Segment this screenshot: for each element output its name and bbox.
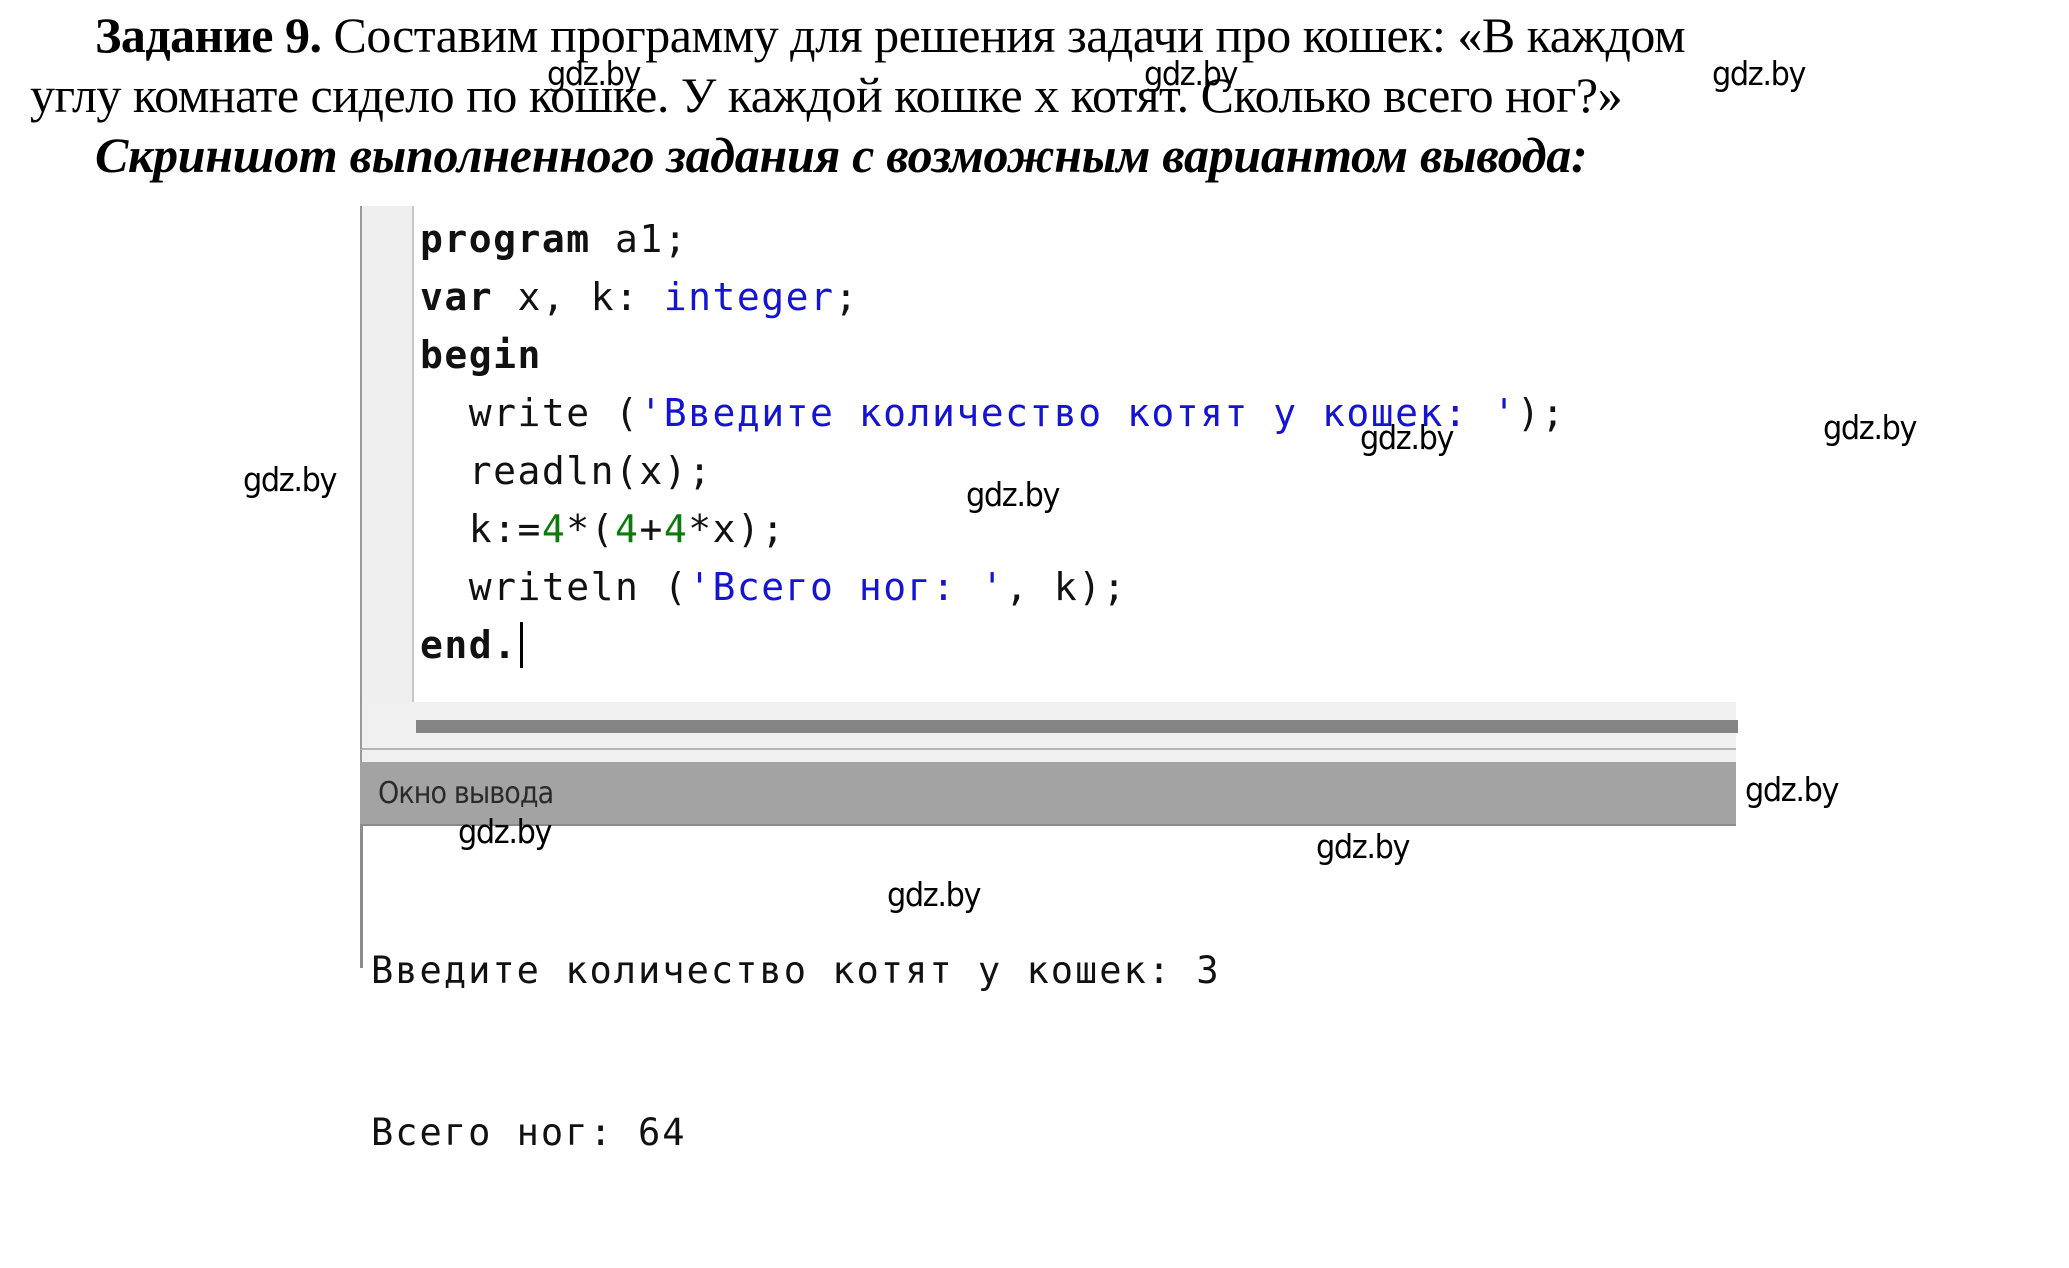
code-token: a1; [590, 217, 689, 261]
code-line[interactable]: var x, k: integer; [420, 268, 1566, 326]
output-text: Введите количество котят у кошек: 3 Всег… [371, 836, 1221, 1268]
code-line[interactable]: writeln ('Всего ног: ', k); [420, 558, 1566, 616]
watermark: gdz.by [1745, 770, 1839, 809]
code-token: *x); [688, 507, 786, 551]
task-text-1: Составим программу для решения задачи пр… [333, 7, 1686, 63]
scrollbar-thumb[interactable] [416, 720, 1738, 733]
code-keyword: end. [420, 623, 518, 667]
watermark: gdz.by [887, 875, 981, 914]
watermark: gdz.by [1823, 408, 1917, 447]
code-token: ); [1517, 391, 1566, 435]
output-window-title: Окно вывода [378, 776, 554, 811]
output-window[interactable]: Введите количество котят у кошек: 3 Всег… [360, 826, 1736, 1154]
code-token: x, k: [493, 275, 664, 319]
watermark: gdz.by [547, 54, 641, 93]
panel-splitter[interactable] [360, 750, 1736, 762]
code-number: 4 [541, 507, 567, 551]
code-token: ; [834, 275, 859, 319]
code-editor[interactable]: program a1; var x, k: integer; begin write… [360, 206, 1736, 702]
code-line[interactable]: program a1; [420, 210, 1566, 268]
code-token: , k); [1005, 565, 1127, 609]
watermark: gdz.by [966, 475, 1060, 514]
watermark: gdz.by [1144, 54, 1238, 93]
code-token: *( [566, 507, 616, 551]
editor-gutter [362, 206, 414, 702]
code-token: + [639, 507, 664, 551]
code-number: 4 [663, 507, 689, 551]
code-type: integer [663, 275, 835, 319]
watermark: gdz.by [1360, 418, 1454, 457]
code-keyword: begin [420, 333, 542, 377]
code-keyword: var [420, 275, 494, 319]
code-line[interactable]: end. [420, 616, 1566, 674]
output-line: Всего ног: 64 [371, 1111, 687, 1154]
code-token: k:= [420, 507, 542, 551]
code-string: 'Всего ног: ' [688, 565, 1006, 609]
watermark: gdz.by [1712, 54, 1806, 93]
text-cursor [519, 622, 523, 668]
watermark: gdz.by [1316, 827, 1410, 866]
code-number: 4 [615, 507, 640, 551]
code-token: writeln ( [420, 565, 689, 609]
code-token: write ( [420, 391, 640, 435]
screenshot-caption: Скриншот выполненного задания с возможны… [95, 127, 1588, 183]
horizontal-scrollbar[interactable] [360, 702, 1738, 750]
code-keyword: program [420, 217, 591, 261]
watermark: gdz.by [243, 460, 337, 499]
watermark: gdz.by [458, 812, 552, 851]
task-label: Задание 9. [95, 7, 322, 63]
output-line: Введите количество котят у кошек: 3 [371, 949, 1221, 992]
code-line[interactable]: begin [420, 326, 1566, 384]
output-window-header: Окно вывода [360, 762, 1736, 826]
code-token: readln(x); [420, 449, 713, 493]
